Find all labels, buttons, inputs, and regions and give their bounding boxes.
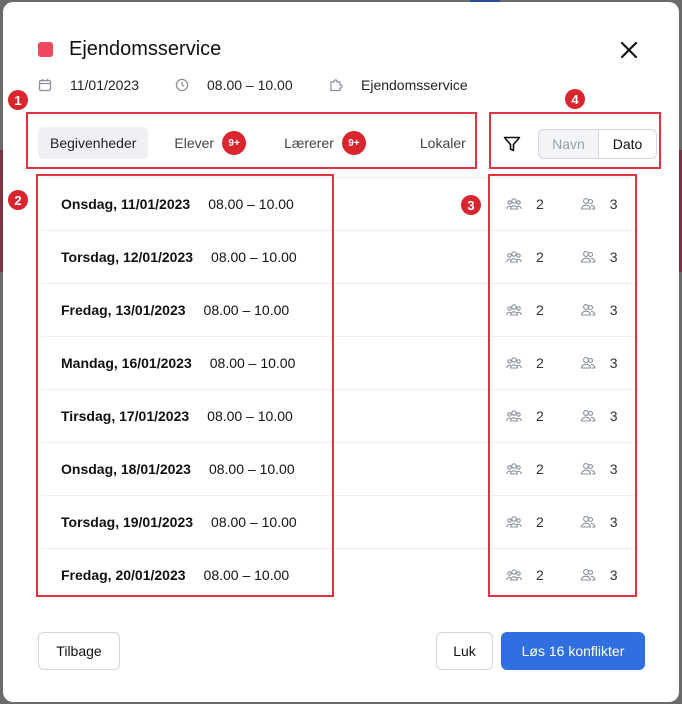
- highlight-sort: [489, 112, 661, 169]
- annotation-marker-2: 2: [8, 190, 28, 210]
- resolve-conflicts-button[interactable]: Løs 16 konflikter: [501, 632, 645, 670]
- clock-icon: [175, 78, 189, 92]
- annotation-marker-4: 4: [565, 89, 585, 109]
- annotation-marker-1: 1: [8, 90, 28, 110]
- calendar-icon: [38, 79, 52, 92]
- highlight-dates: [36, 174, 334, 597]
- meta-resource-text: Ejendomsservice: [361, 77, 468, 93]
- puzzle-icon: [330, 79, 343, 92]
- meta-resource: Ejendomsservice: [329, 77, 468, 93]
- back-button[interactable]: Tilbage: [38, 632, 120, 670]
- close-button[interactable]: Luk: [436, 632, 493, 670]
- color-swatch: [38, 42, 53, 57]
- meta-time-text: 08.00 – 10.00: [207, 77, 293, 93]
- highlight-stats: [488, 174, 637, 597]
- highlight-tabs: [26, 112, 477, 169]
- annotation-marker-3: 3: [461, 195, 481, 215]
- meta-date-text: 11/01/2023: [70, 77, 140, 93]
- meta-time: 08.00 – 10.00: [175, 77, 293, 93]
- dialog-title: Ejendomsservice: [69, 38, 222, 60]
- dialog-header: Ejendomsservice: [38, 38, 221, 61]
- meta-date: 11/01/2023: [38, 77, 139, 93]
- close-icon[interactable]: [617, 38, 641, 62]
